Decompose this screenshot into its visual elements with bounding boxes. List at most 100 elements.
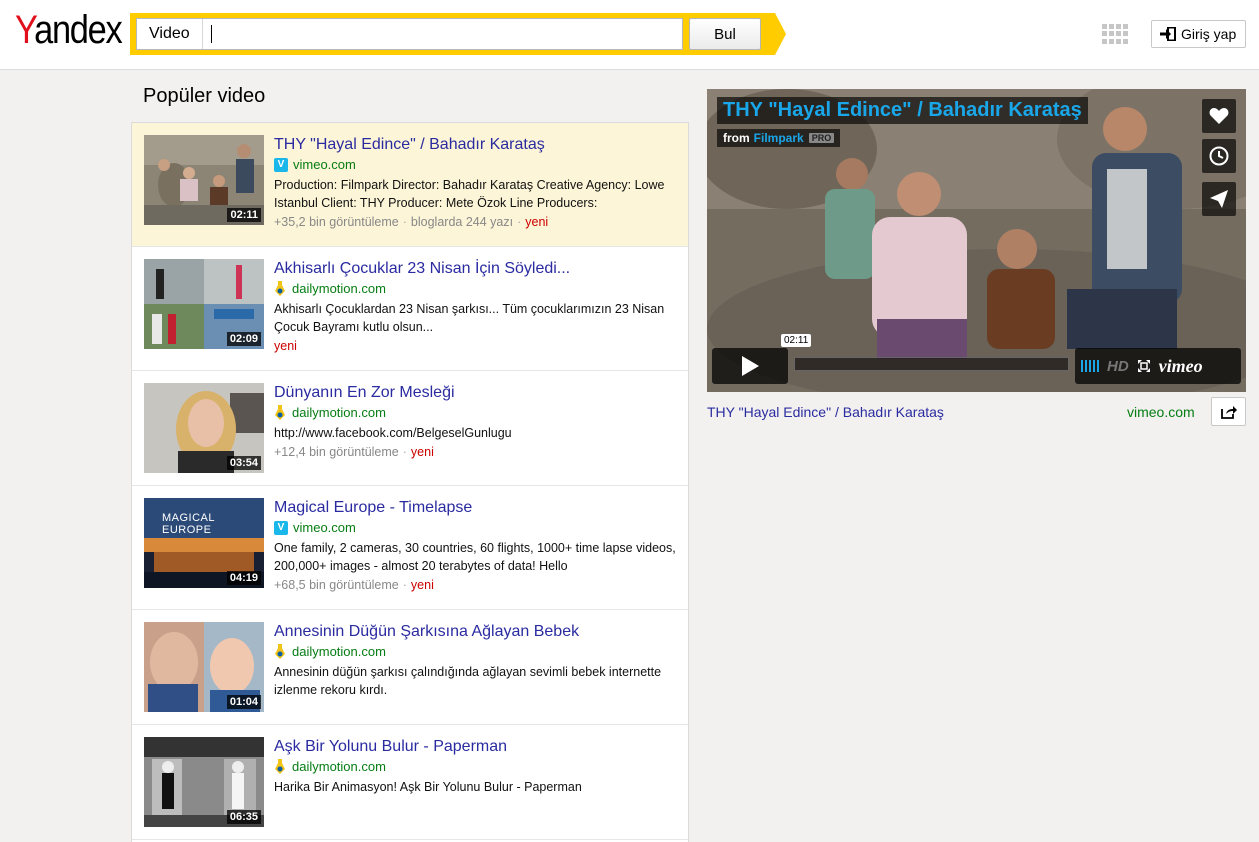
play-button[interactable] bbox=[712, 348, 788, 384]
heart-icon bbox=[1209, 108, 1229, 124]
text-cursor bbox=[210, 25, 212, 43]
yandex-logo[interactable]: Yandex bbox=[15, 8, 123, 53]
video-item[interactable]: 03:54 Dünyanın En Zor Mesleği dailymotio… bbox=[132, 371, 688, 486]
host-link[interactable]: dailymotion.com bbox=[292, 644, 386, 659]
video-duration: 04:19 bbox=[226, 571, 261, 585]
video-item[interactable]: 06:35 Aşk Bir Yolunu Bulur - Paperman da… bbox=[132, 725, 688, 840]
section-title: Popüler video bbox=[143, 85, 266, 107]
login-label: Giriş yap bbox=[1181, 26, 1237, 42]
video-title-link[interactable]: Magical Europe - Timelapse bbox=[274, 498, 678, 518]
host-link[interactable]: vimeo.com bbox=[293, 520, 356, 535]
video-title-link[interactable]: Aşk Bir Yolunu Bulur - Paperman bbox=[274, 737, 678, 757]
search-box: Video bbox=[136, 18, 683, 50]
video-description: Akhisarlı Çocuklardan 23 Nisan şarkısı..… bbox=[274, 302, 665, 334]
player-caption-link[interactable]: THY "Hayal Edince" / Bahadır Karataş bbox=[707, 404, 944, 420]
video-host: V vimeo.com bbox=[274, 519, 678, 536]
new-badge: yeni bbox=[274, 339, 297, 353]
dailymotion-icon bbox=[275, 281, 285, 296]
vimeo-logo[interactable]: vimeo bbox=[1159, 356, 1203, 377]
video-meta: +12,4 bin görüntüleme · yeni bbox=[274, 445, 434, 459]
share-player-button[interactable] bbox=[1202, 182, 1236, 216]
video-item[interactable]: 02:11 THY "Hayal Edince" / Bahadır Karat… bbox=[132, 123, 688, 247]
video-host: dailymotion.com bbox=[274, 280, 678, 297]
video-meta: +68,5 bin görüntüleme · yeni bbox=[274, 578, 434, 592]
watch-later-button[interactable] bbox=[1202, 139, 1236, 173]
host-link[interactable]: dailymotion.com bbox=[292, 405, 386, 420]
vimeo-icon: V bbox=[274, 157, 288, 172]
video-description: Harika Bir Animasyon! Aşk Bir Yolunu Bul… bbox=[274, 780, 582, 794]
video-description: Annesinin düğün şarkısı çalındığında ağl… bbox=[274, 665, 662, 697]
time-tooltip: 02:11 bbox=[781, 334, 812, 347]
search-scope-tag[interactable]: Video bbox=[137, 19, 203, 49]
view-count: +35,2 bin görüntüleme bbox=[274, 215, 399, 229]
hd-toggle[interactable]: HD bbox=[1107, 358, 1129, 375]
host-link[interactable]: vimeo.com bbox=[293, 157, 356, 172]
new-badge: yeni bbox=[410, 445, 434, 459]
fullscreen-icon[interactable] bbox=[1137, 359, 1151, 373]
video-title-link[interactable]: Akhisarlı Çocuklar 23 Nisan İçin Söyledi… bbox=[274, 259, 678, 279]
share-button[interactable] bbox=[1211, 397, 1246, 426]
blog-count: bloglarda 244 yazı bbox=[410, 215, 514, 229]
video-item[interactable]: 01:04 Annesinin Düğün Şarkısına Ağlayan … bbox=[132, 610, 688, 725]
progress-bar[interactable]: 02:11 bbox=[781, 334, 1069, 371]
video-duration: 02:11 bbox=[227, 208, 261, 222]
view-count: +68,5 bin görüntüleme bbox=[274, 578, 399, 592]
video-list: 02:11 THY "Hayal Edince" / Bahadır Karat… bbox=[131, 122, 689, 842]
video-description: http://www.facebook.com/BelgeselGunlugu bbox=[274, 426, 512, 440]
login-icon bbox=[1160, 27, 1176, 41]
view-count: +12,4 bin görüntüleme bbox=[274, 445, 399, 459]
dailymotion-icon bbox=[275, 405, 285, 420]
new-badge: yeni bbox=[410, 578, 434, 592]
dailymotion-icon bbox=[275, 759, 285, 774]
paper-plane-icon bbox=[1210, 190, 1228, 208]
apps-grid-icon[interactable] bbox=[1102, 24, 1128, 44]
video-duration: 01:04 bbox=[226, 695, 261, 709]
video-player[interactable]: THY "Hayal Edince" / Bahadır Karataş fro… bbox=[707, 89, 1246, 392]
clock-icon bbox=[1209, 146, 1229, 166]
video-duration: 06:35 bbox=[226, 810, 261, 824]
host-link[interactable]: dailymotion.com bbox=[292, 759, 386, 774]
search-button[interactable]: Bul bbox=[689, 18, 761, 50]
video-duration: 02:09 bbox=[226, 332, 261, 346]
dailymotion-icon bbox=[275, 644, 285, 659]
player-title[interactable]: THY "Hayal Edince" / Bahadır Karataş bbox=[717, 97, 1088, 124]
host-link[interactable]: dailymotion.com bbox=[292, 281, 386, 296]
header: Yandex Video Bul Giriş yap bbox=[0, 0, 1259, 70]
like-button[interactable] bbox=[1202, 99, 1236, 133]
player-controls: 02:11 HD vimeo bbox=[707, 334, 1246, 392]
video-thumbnail[interactable]: 02:11 bbox=[144, 135, 264, 225]
play-icon bbox=[742, 356, 759, 376]
video-thumbnail[interactable]: 03:54 bbox=[144, 383, 264, 473]
pro-badge: PRO bbox=[808, 133, 835, 143]
share-icon bbox=[1220, 405, 1237, 419]
player-from: from Filmpark PRO bbox=[717, 129, 841, 147]
search-input[interactable] bbox=[202, 19, 682, 49]
video-meta: +35,2 bin görüntüleme · bloglarda 244 yazı… bbox=[274, 215, 549, 229]
video-description: Production: Filmpark Director: Bahadır K… bbox=[274, 178, 665, 210]
video-host: V vimeo.com bbox=[274, 156, 678, 173]
video-title-link[interactable]: THY "Hayal Edince" / Bahadır Karataş bbox=[274, 135, 678, 155]
video-thumbnail[interactable]: 06:35 bbox=[144, 737, 264, 827]
video-thumbnail[interactable]: MAGICAL EUROPE 04:19 bbox=[144, 498, 264, 588]
thumbnail-text: MAGICAL EUROPE bbox=[162, 512, 215, 536]
video-duration: 03:54 bbox=[226, 456, 261, 470]
video-meta: yeni bbox=[274, 338, 678, 354]
login-button[interactable]: Giriş yap bbox=[1151, 20, 1246, 48]
from-label: from bbox=[723, 131, 750, 145]
video-title-link[interactable]: Dünyanın En Zor Mesleği bbox=[274, 383, 678, 403]
video-host: dailymotion.com bbox=[274, 758, 678, 775]
video-description: One family, 2 cameras, 30 countries, 60 … bbox=[274, 541, 676, 573]
video-host: dailymotion.com bbox=[274, 643, 678, 660]
from-link[interactable]: Filmpark bbox=[754, 131, 804, 145]
video-thumbnail[interactable]: 01:04 bbox=[144, 622, 264, 712]
new-badge: yeni bbox=[525, 215, 549, 229]
player-right-controls: HD vimeo bbox=[1075, 348, 1241, 384]
video-host: dailymotion.com bbox=[274, 404, 678, 421]
video-item[interactable]: 02:09 Akhisarlı Çocuklar 23 Nisan İçin S… bbox=[132, 247, 688, 371]
vimeo-icon: V bbox=[274, 520, 288, 535]
video-thumbnail[interactable]: 02:09 bbox=[144, 259, 264, 349]
volume-icon[interactable] bbox=[1081, 360, 1099, 372]
player-host-link[interactable]: vimeo.com bbox=[1127, 404, 1195, 420]
video-title-link[interactable]: Annesinin Düğün Şarkısına Ağlayan Bebek bbox=[274, 622, 678, 642]
video-item[interactable]: MAGICAL EUROPE 04:19 Magical Europe - Ti… bbox=[132, 486, 688, 610]
